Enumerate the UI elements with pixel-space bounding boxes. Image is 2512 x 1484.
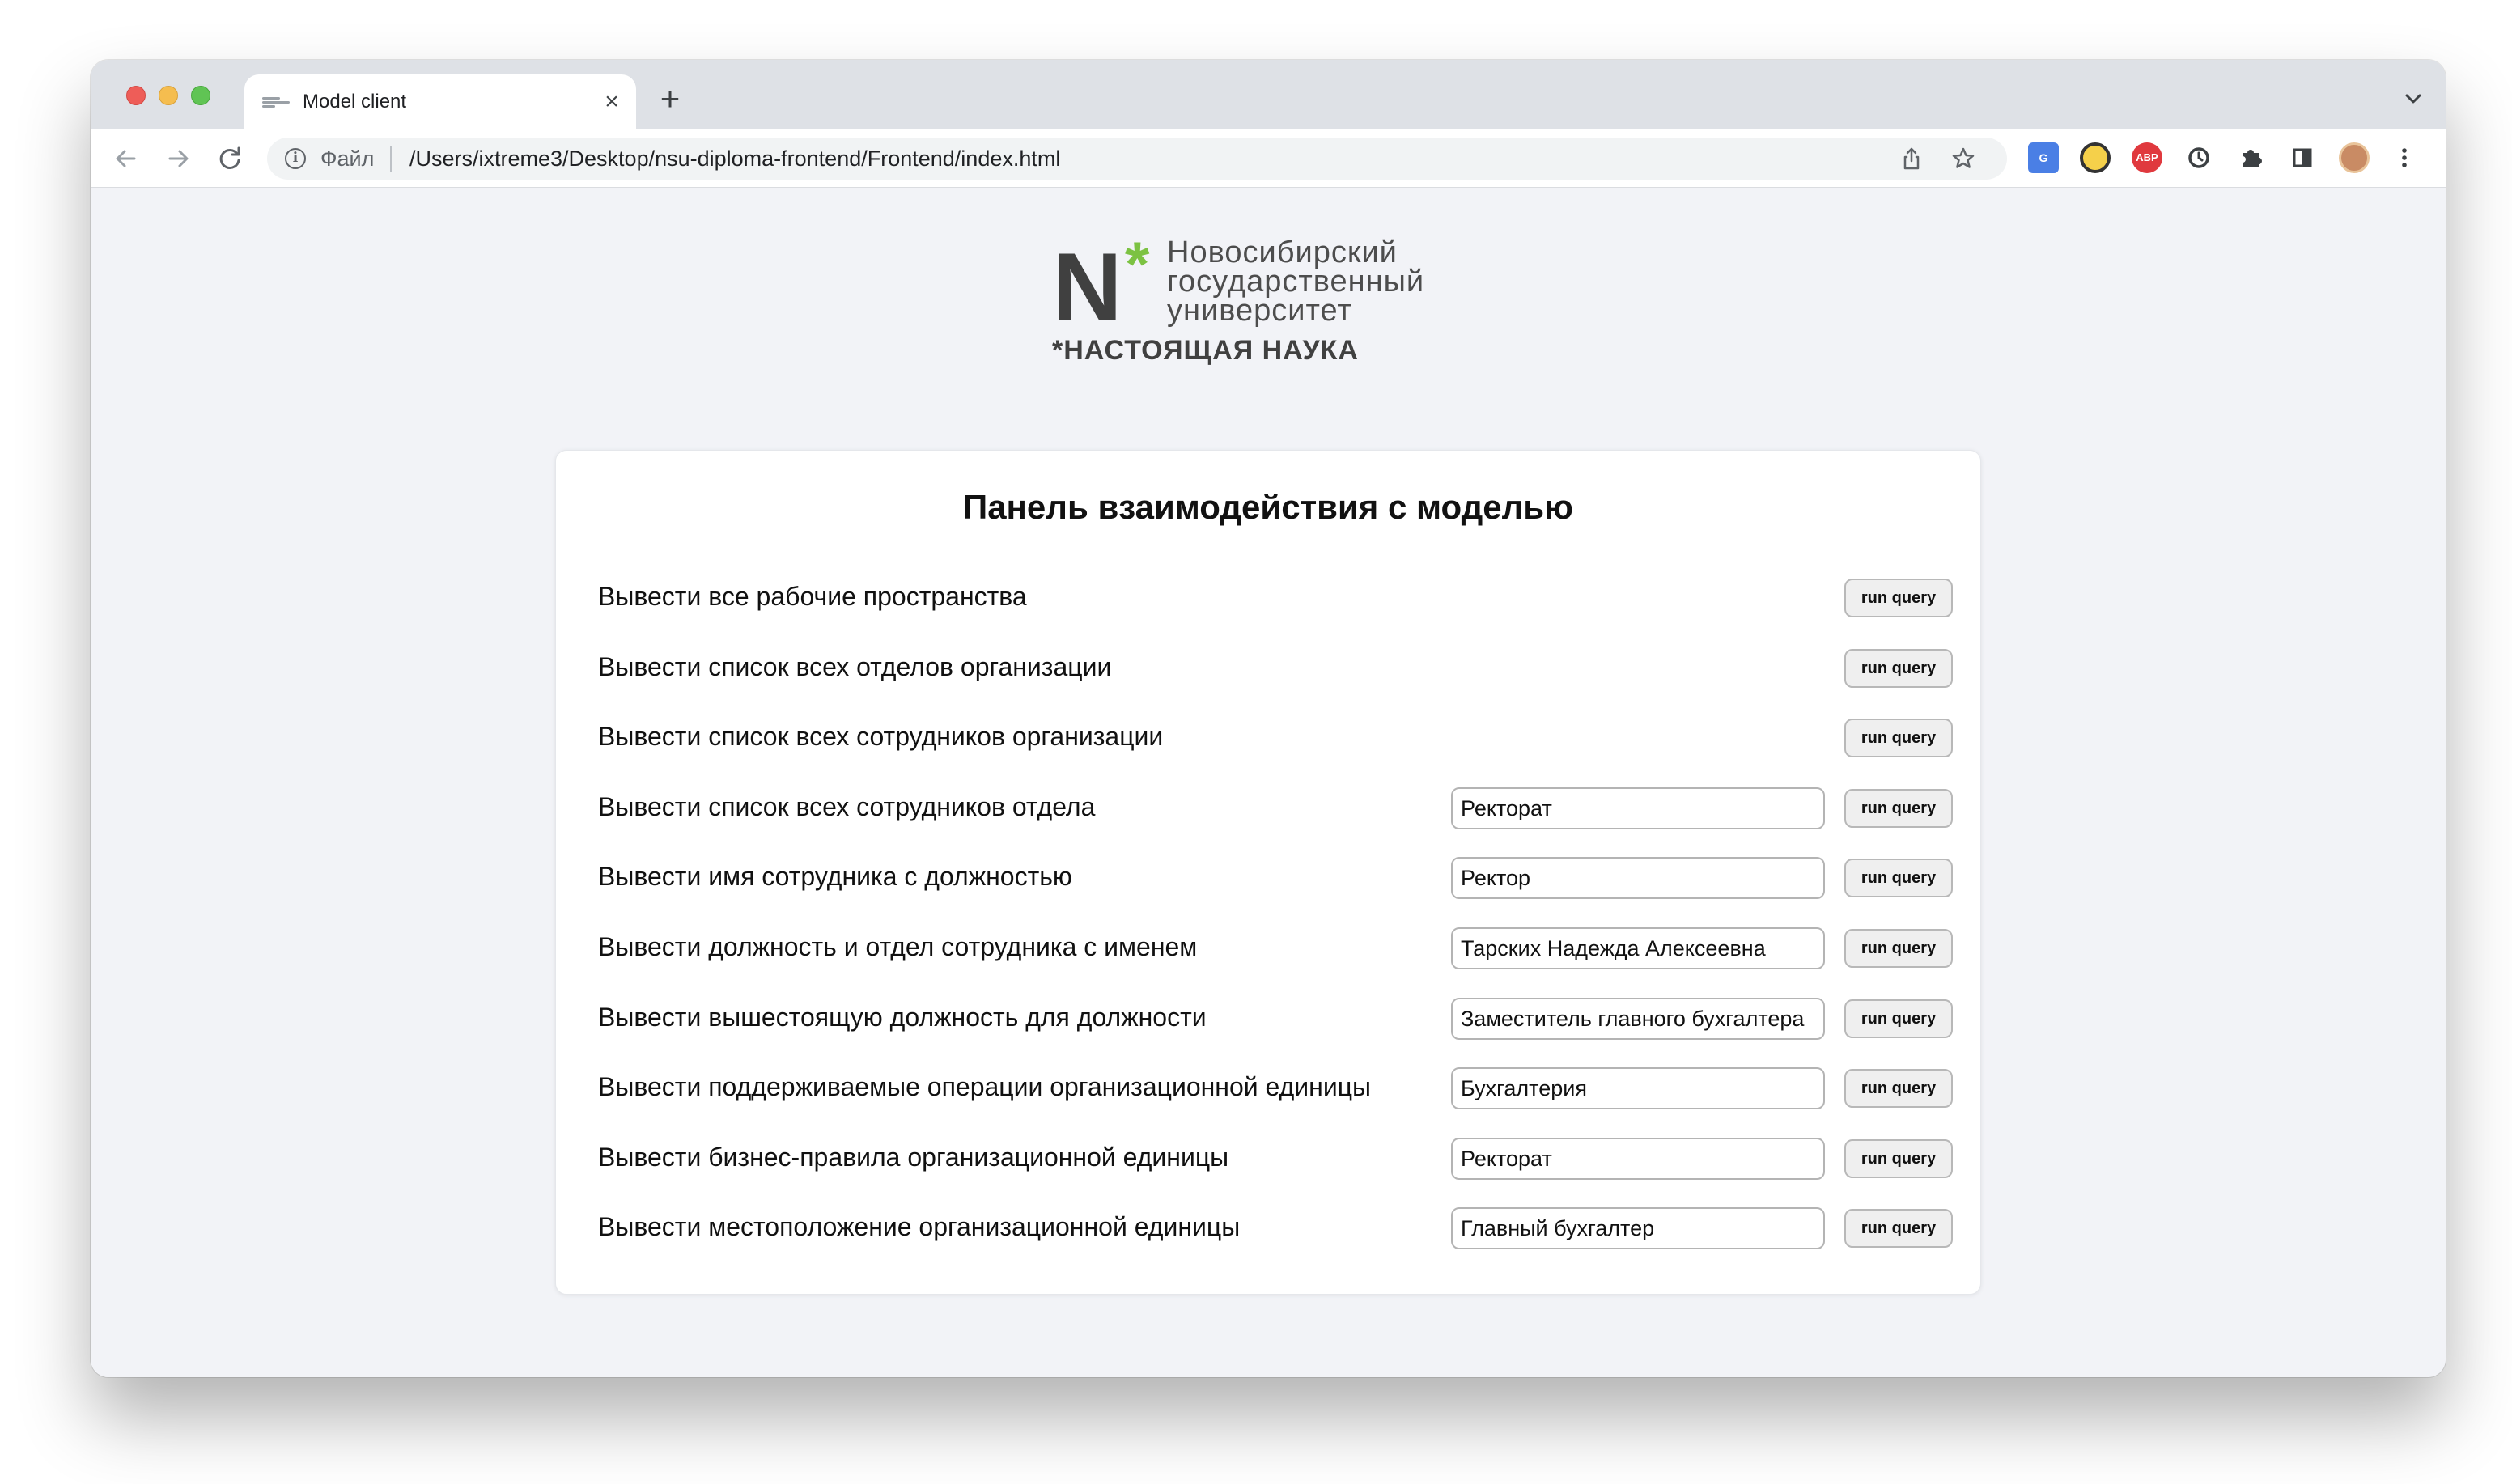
query-param-input[interactable] <box>1451 1138 1825 1180</box>
run-query-button[interactable]: run query <box>1844 929 1953 968</box>
run-query-button[interactable]: run query <box>1844 859 1953 897</box>
run-query-button[interactable]: run query <box>1844 719 1953 757</box>
tab-search-chevron-icon[interactable] <box>2402 87 2425 110</box>
page-content: N * Новосибирский государственный универ… <box>91 188 2446 1377</box>
query-param-input[interactable] <box>1451 927 1825 969</box>
nsu-logo: N * Новосибирский государственный универ… <box>1052 231 1505 366</box>
browser-toolbar: i Файл /Users/ixtreme3/Desktop/nsu-diplo… <box>91 129 2446 188</box>
query-panel: Панель взаимодействия с моделью Вывести … <box>555 450 1981 1295</box>
site-info-icon[interactable]: i <box>285 148 306 169</box>
query-row: Вывести должность и отдел сотрудника с и… <box>556 913 1980 982</box>
back-arrow-icon[interactable] <box>108 141 144 176</box>
run-query-button[interactable]: run query <box>1844 1209 1953 1248</box>
page-favicon-icon <box>262 97 290 108</box>
logo-tagline: *НАСТОЯЩАЯ НАУКА <box>1052 335 1359 366</box>
run-query-button[interactable]: run query <box>1844 649 1953 688</box>
query-row: Вывести вышестоящую должность для должно… <box>556 983 1980 1053</box>
run-query-button[interactable]: run query <box>1844 579 1953 617</box>
adblock-extension-icon[interactable]: ABP <box>2132 142 2162 173</box>
query-label: Вывести имя сотрудника с должностью <box>598 862 1072 891</box>
query-label: Вывести местоположение организационной е… <box>598 1212 1241 1241</box>
query-label: Вывести вышестоящую должность для должно… <box>598 1003 1207 1032</box>
query-param-input[interactable] <box>1451 857 1825 899</box>
query-row: Вывести все рабочие пространства run quer… <box>556 562 1980 632</box>
query-label: Вывести должность и отдел сотрудника с и… <box>598 932 1198 961</box>
address-bar[interactable]: i Файл /Users/ixtreme3/Desktop/nsu-diplo… <box>267 138 2007 180</box>
title-bar: Model client × + <box>91 60 2446 129</box>
query-row: Вывести список всех отделов организации r… <box>556 633 1980 702</box>
query-row: Вывести имя сотрудника с должностью run q… <box>556 842 1980 912</box>
query-row: Вывести список всех сотрудников отдела ru… <box>556 773 1980 842</box>
query-label: Вывести поддерживаемые операции организа… <box>598 1072 1372 1101</box>
query-label: Вывести список всех сотрудников отдела <box>598 792 1096 821</box>
profile-avatar[interactable] <box>2339 142 2370 173</box>
query-row: Вывести список всех сотрудников организа… <box>556 702 1980 772</box>
logo-line-3: университет <box>1167 294 1352 328</box>
new-tab-button[interactable]: + <box>654 82 686 116</box>
browser-menu-icon[interactable] <box>2389 142 2420 173</box>
logo-letter: N <box>1052 233 1122 341</box>
run-query-button[interactable]: run query <box>1844 1069 1953 1108</box>
tab-close-icon[interactable]: × <box>597 87 626 117</box>
window-minimize-button[interactable] <box>159 86 178 105</box>
scheme-label: Файл <box>320 146 375 171</box>
address-divider <box>390 146 392 172</box>
browser-tab[interactable]: Model client × <box>244 74 636 129</box>
run-query-button[interactable]: run query <box>1844 789 1953 828</box>
query-label: Вывести все рабочие пространства <box>598 582 1027 611</box>
run-query-button[interactable]: run query <box>1844 999 1953 1038</box>
panel-title: Панель взаимодействия с моделью <box>963 488 1573 526</box>
extensions-puzzle-icon[interactable] <box>2235 142 2266 173</box>
logo-line-1: Новосибирский <box>1167 235 1398 269</box>
share-icon[interactable] <box>1899 146 1924 172</box>
window-close-button[interactable] <box>126 86 146 105</box>
bookmark-star-icon[interactable] <box>1950 146 1976 172</box>
query-label: Вывести список всех отделов организации <box>598 652 1112 681</box>
query-param-input[interactable] <box>1451 998 1825 1040</box>
query-label: Вывести список всех сотрудников организа… <box>598 722 1164 751</box>
query-row: Вывести поддерживаемые операции организа… <box>556 1053 1980 1122</box>
browser-window: Model client × + i Файл /Users/ixtreme3/… <box>91 60 2446 1377</box>
forward-arrow-icon[interactable] <box>160 141 196 176</box>
logo-star-icon: * <box>1125 228 1150 299</box>
extension-coin-icon[interactable] <box>2080 142 2111 173</box>
reload-icon[interactable] <box>212 141 248 176</box>
window-maximize-button[interactable] <box>191 86 210 105</box>
side-panel-icon[interactable] <box>2287 142 2318 173</box>
query-param-input[interactable] <box>1451 1207 1825 1249</box>
url-text[interactable]: /Users/ixtreme3/Desktop/nsu-diploma-fron… <box>409 146 1060 172</box>
translate-extension-icon[interactable]: G <box>2028 142 2059 173</box>
run-query-button[interactable]: run query <box>1844 1139 1953 1178</box>
sync-extension-icon[interactable] <box>2183 142 2214 173</box>
query-row: Вывести бизнес-правила организационной е… <box>556 1123 1980 1193</box>
query-param-input[interactable] <box>1451 787 1825 829</box>
tab-title: Model client <box>303 91 407 112</box>
query-label: Вывести бизнес-правила организационной е… <box>598 1143 1229 1172</box>
logo-line-2: государственный <box>1167 265 1425 299</box>
query-param-input[interactable] <box>1451 1067 1825 1109</box>
query-row: Вывести местоположение организационной е… <box>556 1193 1980 1262</box>
